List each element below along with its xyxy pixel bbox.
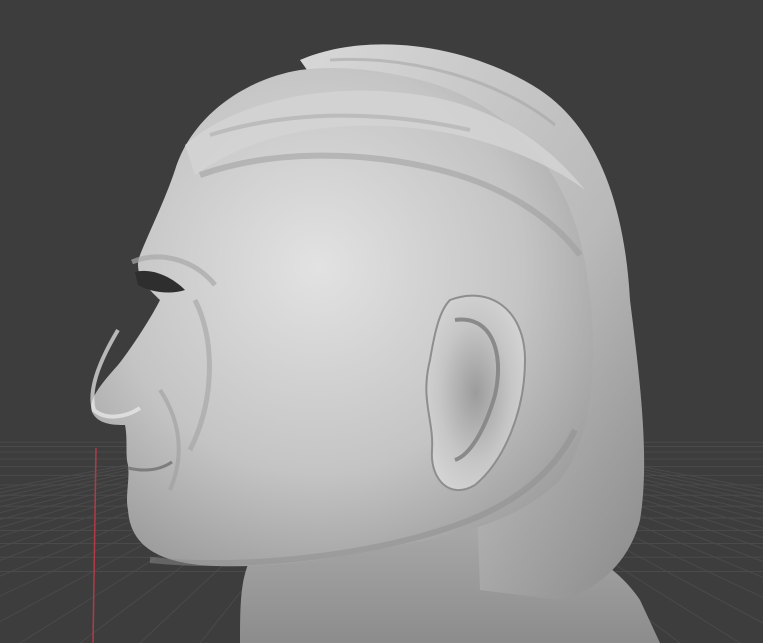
sculpted-head-model[interactable] bbox=[0, 0, 763, 643]
3d-viewport[interactable] bbox=[0, 0, 763, 643]
